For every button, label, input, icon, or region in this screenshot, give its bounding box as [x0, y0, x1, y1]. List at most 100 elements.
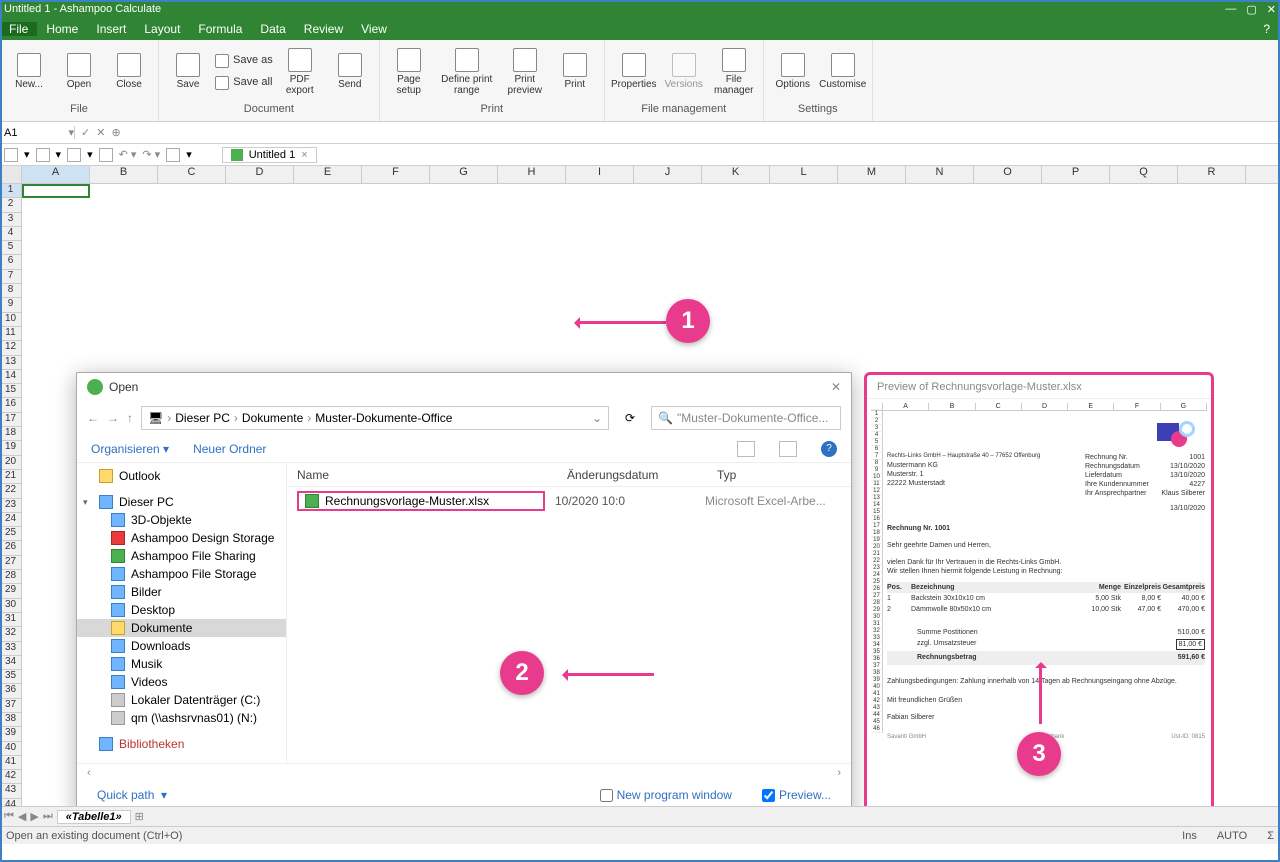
tree-item[interactable]: Videos: [77, 673, 286, 691]
nav-fwd-icon[interactable]: →: [107, 411, 119, 425]
col-date[interactable]: Änderungsdatum: [557, 468, 707, 482]
doc-icon: [231, 149, 243, 161]
tree-item[interactable]: Ashampoo File Sharing: [77, 547, 286, 565]
quick-icon[interactable]: [166, 148, 180, 162]
printpreview-button[interactable]: Print preview: [502, 43, 548, 101]
menu-home[interactable]: Home: [37, 22, 87, 36]
pdf-button[interactable]: PDF export: [277, 43, 323, 101]
tree-item[interactable]: Bilder: [77, 583, 286, 601]
tree-item[interactable]: Ashampoo File Storage: [77, 565, 286, 583]
options-icon: [781, 53, 805, 77]
tree-item[interactable]: Lokaler Datenträger (C:): [77, 691, 286, 709]
fx-cancel-icon[interactable]: ✕: [96, 126, 105, 139]
close-icon[interactable]: ✕: [1267, 3, 1276, 16]
tree-item-selected[interactable]: Dokumente: [77, 619, 286, 637]
properties-button[interactable]: Properties: [611, 43, 657, 101]
file-row[interactable]: Rechnungsvorlage-Muster.xlsx 10/2020 10:…: [287, 487, 851, 515]
filemanager-button[interactable]: File manager: [711, 43, 757, 101]
add-sheet-icon[interactable]: ⊞: [135, 810, 144, 823]
help-icon[interactable]: ?: [1263, 22, 1280, 36]
nav-up-icon[interactable]: ↑: [127, 411, 133, 425]
maximize-icon[interactable]: ▢: [1246, 3, 1256, 16]
group-print-label: Print: [480, 103, 503, 121]
options-button[interactable]: Options: [770, 43, 816, 101]
printrange-button[interactable]: Define print range: [436, 43, 498, 101]
save-button[interactable]: Save: [165, 43, 211, 101]
send-button[interactable]: Send: [327, 43, 373, 101]
newwindow-checkbox[interactable]: New program window: [600, 788, 732, 802]
pagesetup-button[interactable]: Page setup: [386, 43, 432, 101]
tree-item[interactable]: Desktop: [77, 601, 286, 619]
col-name[interactable]: Name: [287, 468, 557, 482]
customise-icon: [831, 53, 855, 77]
tab-nav-prev[interactable]: ◀: [18, 810, 26, 823]
tab-nav-first[interactable]: ⏮: [4, 810, 14, 823]
quickpath-link[interactable]: Quick path ▾: [97, 788, 167, 802]
document-tab[interactable]: Untitled 1 ×: [222, 147, 317, 163]
newfolder-button[interactable]: Neuer Ordner: [193, 442, 266, 456]
fx-check-icon[interactable]: ✓: [81, 126, 90, 139]
tab-nav-last[interactable]: ⏭: [43, 810, 53, 823]
search-input[interactable]: 🔍"Muster-Dokumente-Office...: [651, 406, 841, 430]
menu-review[interactable]: Review: [295, 22, 352, 36]
minimize-icon[interactable]: —: [1225, 3, 1236, 16]
tree-item[interactable]: Bibliotheken: [77, 735, 286, 753]
menu-formula[interactable]: Formula: [189, 22, 251, 36]
quick-icon[interactable]: [67, 148, 81, 162]
folder-tree[interactable]: Outlook Dieser PC 3D-Objekte Ashampoo De…: [77, 463, 287, 763]
tree-item[interactable]: qm (\\ashsrvnas01) (N:): [77, 709, 286, 727]
tree-item[interactable]: Ashampoo Design Storage: [77, 529, 286, 547]
nav-back-icon[interactable]: ←: [87, 411, 99, 425]
print-button[interactable]: Print: [552, 43, 598, 101]
saveall-button[interactable]: Save all: [215, 73, 273, 93]
breadcrumb[interactable]: 🖥› Dieser PC› Dokumente› Muster-Dokument…: [141, 406, 609, 430]
menu-insert[interactable]: Insert: [87, 22, 135, 36]
col-type[interactable]: Typ: [707, 468, 851, 482]
fx-icon[interactable]: ⊕: [111, 126, 120, 139]
saveas-icon: [215, 54, 229, 68]
menu-view[interactable]: View: [352, 22, 396, 36]
versions-button[interactable]: Versions: [661, 43, 707, 101]
preview-toggle-icon[interactable]: [779, 441, 797, 457]
menu-data[interactable]: Data: [251, 22, 294, 36]
sheet-tab[interactable]: «Tabelle1»: [57, 810, 131, 824]
dialog-close-icon[interactable]: ✕: [831, 380, 841, 394]
tree-item[interactable]: Outlook: [77, 467, 286, 485]
new-button[interactable]: New...: [6, 43, 52, 101]
new-icon: [17, 53, 41, 77]
cell-reference[interactable]: A1▾: [0, 126, 75, 139]
status-ins: Ins: [1182, 830, 1197, 842]
saveas-button[interactable]: Save as: [215, 51, 273, 71]
quick-icon[interactable]: [4, 148, 18, 162]
tree-item[interactable]: Downloads: [77, 637, 286, 655]
organize-button[interactable]: Organisieren ▾: [91, 442, 169, 456]
refresh-icon[interactable]: ⟳: [617, 411, 643, 425]
cell-cursor: [22, 184, 90, 198]
close-button[interactable]: Close: [106, 43, 152, 101]
tree-item[interactable]: 3D-Objekte: [77, 511, 286, 529]
quick-icon[interactable]: [36, 148, 50, 162]
spreadsheet[interactable]: A B C D E F G H I J K L M N O P Q R 1234…: [0, 166, 1280, 806]
open-button[interactable]: Open: [56, 43, 102, 101]
open-icon: [67, 53, 91, 77]
saveall-icon: [215, 76, 229, 90]
row-headers: 1234567891011121314151617181920212223242…: [0, 184, 22, 806]
title-bar: Untitled 1 - Ashampoo Calculate — ▢ ✕: [0, 0, 1280, 18]
tab-nav-next[interactable]: ▶: [30, 810, 38, 823]
view-icon[interactable]: [737, 441, 755, 457]
tree-item-thispc[interactable]: Dieser PC: [77, 493, 286, 511]
quick-icon[interactable]: [99, 148, 113, 162]
open-dialog-icon: [87, 379, 103, 395]
callout-3: 3: [1017, 732, 1061, 776]
printpreview-icon: [513, 48, 537, 72]
file-list[interactable]: Name Änderungsdatum Typ Rechnungsvorlage…: [287, 463, 851, 763]
customise-button[interactable]: Customise: [820, 43, 866, 101]
tree-item[interactable]: Musik: [77, 655, 286, 673]
help-icon[interactable]: ?: [821, 441, 837, 457]
close-tab-icon[interactable]: ×: [301, 149, 307, 161]
preview-checkbox[interactable]: Preview...: [762, 788, 831, 802]
send-icon: [338, 53, 362, 77]
menu-file[interactable]: File: [0, 22, 37, 36]
status-sigma-icon[interactable]: Σ: [1267, 830, 1274, 842]
menu-layout[interactable]: Layout: [135, 22, 189, 36]
